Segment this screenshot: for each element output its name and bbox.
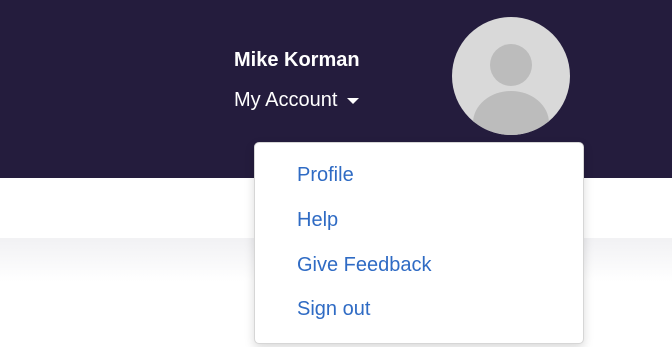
menu-item-sign-out[interactable]: Sign out [297, 296, 370, 322]
menu-item-help[interactable]: Help [297, 207, 338, 233]
menu-item-give-feedback[interactable]: Give Feedback [297, 252, 432, 278]
my-account-label: My Account [234, 89, 338, 111]
my-account-toggle[interactable]: My Account [234, 86, 359, 114]
menu-item-profile[interactable]: Profile [297, 162, 354, 188]
user-silhouette-icon [473, 44, 549, 135]
avatar[interactable] [452, 17, 570, 135]
page: Mike Korman My Account Profile Help Give… [0, 0, 672, 347]
account-dropdown-menu: Profile Help Give Feedback Sign out [254, 142, 584, 344]
caret-down-icon [346, 97, 359, 104]
user-name: Mike Korman [234, 49, 360, 71]
